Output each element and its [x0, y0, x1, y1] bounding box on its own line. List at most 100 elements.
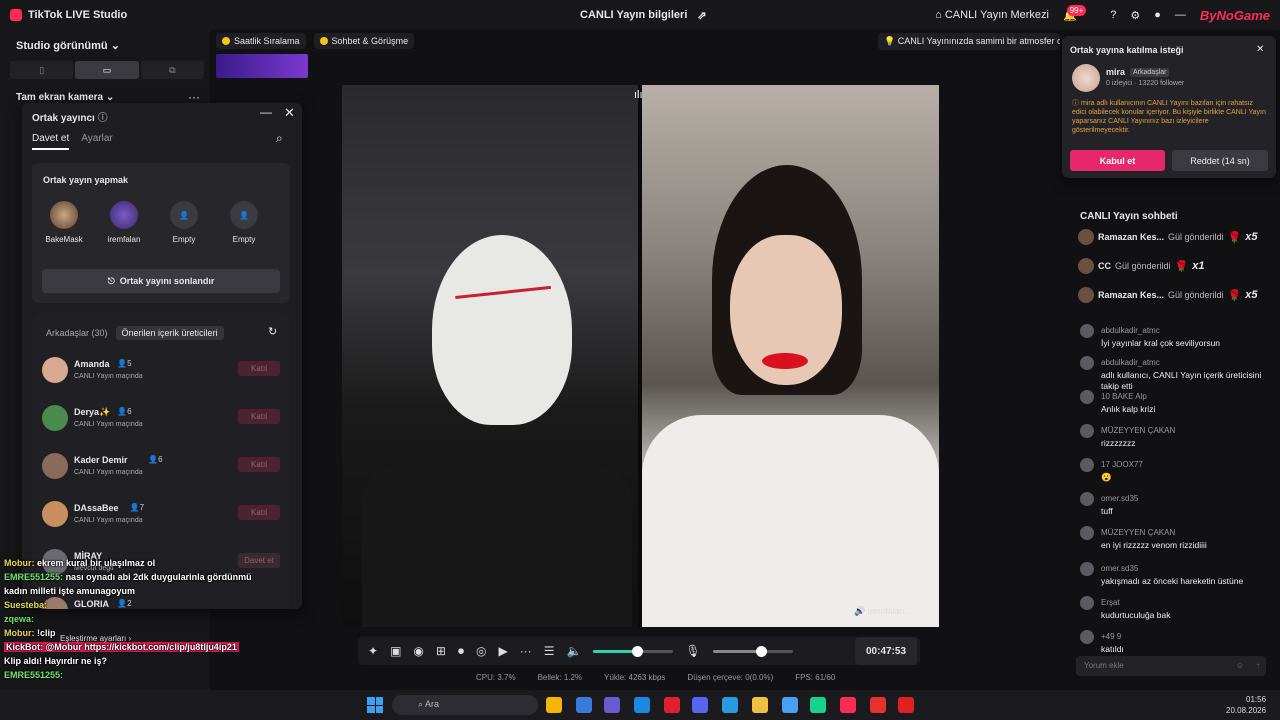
refresh-icon[interactable]: ↻ [268, 325, 277, 338]
slot-bakemask[interactable]: BakeMask [42, 201, 86, 244]
chat-username[interactable]: 17 JOOX77 [1101, 460, 1143, 469]
tab-suggested[interactable]: Önerilen içerik üreticileri [115, 326, 224, 340]
mic-slider[interactable] [712, 645, 793, 657]
chrome-icon[interactable] [546, 697, 562, 713]
event-banner[interactable] [216, 54, 308, 78]
minimize-icon[interactable]: — [260, 105, 272, 119]
multi-layout-icon[interactable]: ⧉ [140, 61, 204, 79]
live-center-button[interactable]: ⌂ CANLI Yayın Merkezi [935, 9, 1049, 21]
teams-icon[interactable] [604, 697, 620, 713]
share-icon[interactable]: ⇗ [697, 9, 706, 22]
more-icon[interactable]: ··· [188, 90, 200, 104]
viewer-count: 👤6 [117, 407, 132, 416]
gear-icon[interactable]: ⚙ [1130, 9, 1140, 22]
hourly-ranking-chip[interactable]: Saatlik Sıralama [216, 33, 306, 49]
slot-empty[interactable]: 👤 Empty [162, 201, 206, 244]
join-button[interactable]: Katıl [238, 505, 280, 520]
chat-username[interactable]: Erşat [1101, 598, 1120, 607]
slot-iremfalan[interactable]: iremfalan [102, 201, 146, 244]
chat-username[interactable]: omer.sd35 [1101, 564, 1138, 573]
avatar [1078, 229, 1094, 245]
skull-mask [432, 235, 572, 425]
sliders-icon[interactable]: ☰ [544, 644, 555, 658]
title-bar: TikTok LIVE Studio CANLI Yayın bilgileri… [0, 0, 1280, 30]
chat-username[interactable]: abdulkadir_atmc [1101, 326, 1160, 335]
record-icon[interactable]: ⏺ [458, 644, 464, 659]
clock: 01:56 20.08.2026 [1226, 695, 1267, 715]
effects-icon[interactable]: ◎ [476, 644, 486, 658]
chat-meet-chip[interactable]: Sohbet & Görüşme [313, 33, 415, 49]
friend-status: CANLI Yayın maçında [74, 373, 143, 380]
camera-icon[interactable]: ◉ [413, 644, 423, 658]
portrait-layout-icon[interactable]: ▯ [10, 61, 74, 79]
opera-icon[interactable] [664, 697, 680, 713]
landscape-layout-icon[interactable]: ▭ [75, 61, 139, 79]
comment-input[interactable]: Yorum ekle ☺ ↑ [1076, 656, 1266, 676]
live-info-title[interactable]: CANLI Yayın bilgileri ⇗ [580, 9, 707, 22]
close-icon[interactable]: ✕ [284, 105, 295, 121]
search-icon[interactable]: ⌕ [276, 131, 283, 146]
discord-icon[interactable] [692, 697, 708, 713]
chat-username[interactable]: abdulkadir_atmc [1101, 358, 1160, 367]
magic-icon[interactable]: ✦ [368, 644, 378, 658]
chrome-active-icon[interactable] [782, 697, 798, 713]
send-icon[interactable]: ↑ [1256, 661, 1260, 670]
list-item: Derya✨ 👤6 CANLI Yayın maçında Katıl [40, 401, 280, 441]
tab-settings[interactable]: Ayarlar [81, 133, 113, 150]
volume-slider[interactable] [593, 645, 674, 657]
minimize-icon[interactable]: — [1175, 9, 1186, 21]
add-icon[interactable]: ⊞ [436, 644, 446, 658]
chat-icon [319, 37, 328, 45]
explorer-icon[interactable] [576, 697, 592, 713]
tab-invite[interactable]: Davet et [32, 133, 70, 150]
app-icon[interactable] [870, 697, 886, 713]
avatar [1080, 458, 1094, 472]
chat-username[interactable]: omer.sd35 [1101, 494, 1138, 503]
join-button[interactable]: Katıl [238, 457, 280, 472]
list-item: DAssaBee 👤7 CANLI Yayın maçında Katıl [40, 497, 280, 537]
friend-status: CANLI Yayın maçında [74, 517, 143, 524]
mic-icon[interactable]: 🎙 [685, 644, 700, 658]
speaker-icon[interactable]: 🔈 [566, 644, 581, 658]
guest-video [642, 85, 939, 627]
avatar[interactable]: ● [1154, 9, 1161, 21]
tiktok-icon[interactable] [840, 697, 856, 713]
chat-username[interactable]: +49 9 [1101, 632, 1121, 641]
chat-username[interactable]: MÜZEYYEN ÇAKAN [1101, 528, 1175, 537]
avatar [1080, 562, 1094, 576]
mail-icon[interactable] [722, 697, 738, 713]
folder-icon[interactable] [752, 697, 768, 713]
slot-empty[interactable]: 👤 Empty [222, 201, 266, 244]
match-settings-link[interactable]: Eşleştirme ayarları › [60, 634, 131, 643]
end-cohost-button[interactable]: ⎋ Ortak yayını sonlandır [42, 269, 280, 293]
tip-chip[interactable]: 💡 CANLI Yayınınızda samimi bir atmosfer … [878, 33, 1060, 50]
live-video-preview[interactable]: ılı 🔊 iremfalan ... [342, 85, 939, 627]
close-icon[interactable]: ✕ [1256, 44, 1264, 55]
scene-icon[interactable]: ▣ [390, 644, 401, 658]
taskbar-search[interactable]: ⌕ Ara [392, 695, 538, 715]
reject-button[interactable]: Reddet (14 sn) [1172, 150, 1268, 171]
studio-view-dropdown[interactable]: Studio görünümü ⌄ [16, 39, 120, 52]
fullscreen-camera-dropdown[interactable]: Tam ekran kamera ⌄ [16, 92, 114, 103]
youtube-icon[interactable] [898, 697, 914, 713]
info-icon[interactable]: ⓘ [98, 113, 108, 124]
guest-label: 🔊 iremfalan ... [854, 606, 915, 616]
video-icon[interactable]: ▶ [498, 644, 507, 658]
cohost-slots-card: Ortak yayın yapmak BakeMask iremfalan 👤 E… [32, 163, 290, 303]
taskbar: ⌕ Ara 01:56 20.08.2026 [0, 690, 1280, 720]
more-icon[interactable]: ··· [520, 644, 532, 658]
windows-start-icon[interactable] [367, 697, 383, 713]
edge-icon[interactable] [634, 697, 650, 713]
avatar [1080, 424, 1094, 438]
join-button[interactable]: Katıl [238, 409, 280, 424]
chat-username[interactable]: MÜZEYYEN ÇAKAN [1101, 426, 1175, 435]
help-icon[interactable]: ? [1110, 9, 1116, 21]
app-icon[interactable] [810, 697, 826, 713]
join-button[interactable]: Katıl [238, 361, 280, 376]
tab-friends[interactable]: Arkadaşlar (30) [46, 326, 108, 340]
accept-button[interactable]: Kabul et [1070, 150, 1165, 171]
emoji-icon[interactable]: ☺ [1236, 661, 1244, 670]
bell-icon[interactable]: 🔔99+ [1063, 4, 1096, 22]
stats-bar: CPU: 3.7% Bellek: 1.2% Yükle: 4263 kbps … [476, 673, 836, 682]
chat-username[interactable]: 10 BAKE Alp [1101, 392, 1147, 401]
